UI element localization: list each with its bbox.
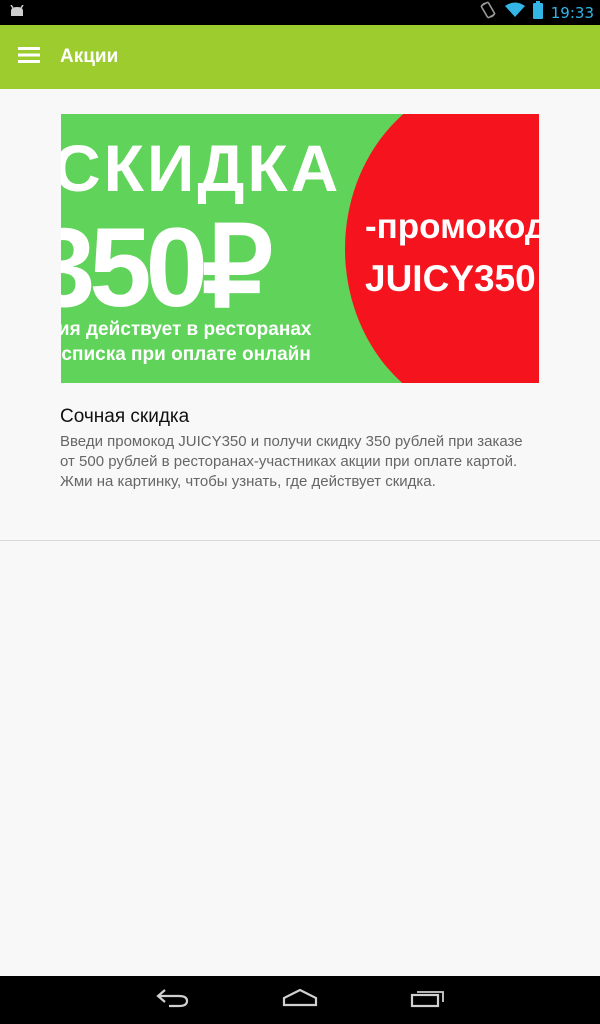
banner-promo-code: JUICY350 xyxy=(365,258,536,299)
banner-red-circle xyxy=(345,114,539,383)
page-title: Акции xyxy=(60,46,119,67)
battery-icon xyxy=(532,1,543,24)
promo-description: Введи промокод JUICY350 и получи скидку … xyxy=(60,433,523,490)
home-button[interactable] xyxy=(268,976,332,1024)
banner-headline: СКИДКА xyxy=(61,131,341,205)
hamburger-menu-icon xyxy=(18,46,40,69)
recent-apps-button[interactable] xyxy=(396,976,460,1024)
status-time: 19:33 xyxy=(550,3,594,22)
banner-condition-line2: из списка при оплате онлайн xyxy=(61,344,311,365)
promo-title: Сочная скидка xyxy=(60,406,190,427)
home-icon xyxy=(282,988,318,1013)
banner-amount: 350₽ xyxy=(61,205,272,330)
wifi-icon xyxy=(504,2,525,23)
back-icon xyxy=(155,988,189,1013)
promo-banner[interactable]: СКИДКА 350₽ Акция действует в ресторанах… xyxy=(61,114,539,383)
back-button[interactable] xyxy=(140,976,204,1024)
recent-apps-icon xyxy=(410,988,446,1013)
menu-button[interactable] xyxy=(0,25,56,89)
divider xyxy=(0,540,600,541)
app-bar: Акции xyxy=(0,25,600,89)
banner-condition-line1: Акция действует в ресторанах xyxy=(61,319,312,340)
status-bar: 19:33 xyxy=(0,0,600,25)
promo-card[interactable]: СКИДКА 350₽ Акция действует в ресторанах… xyxy=(0,89,600,540)
navigation-bar xyxy=(0,976,600,1024)
promo-list: СКИДКА 350₽ Акция действует в ресторанах… xyxy=(0,89,600,541)
rotation-lock-icon xyxy=(479,1,497,24)
banner-promo-label: -промокод xyxy=(365,207,539,246)
android-notification-icon xyxy=(10,4,24,22)
